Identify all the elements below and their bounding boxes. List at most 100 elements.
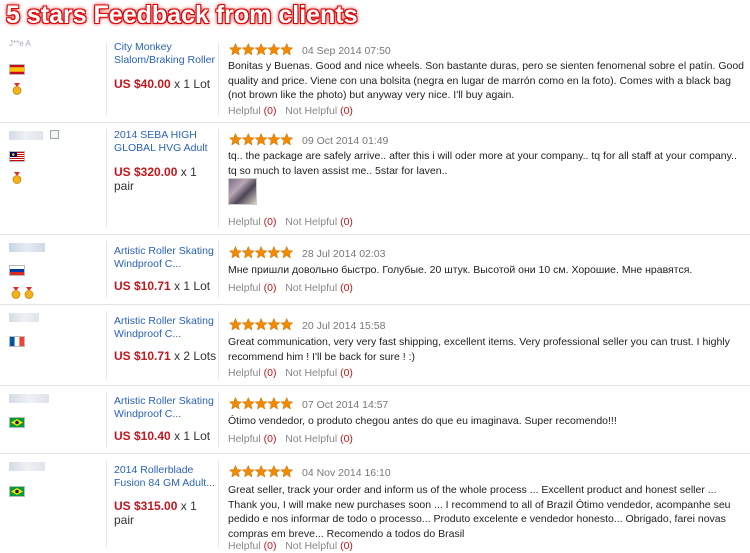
review-row: 2014 Rollerblade Fusion 84 GM Adult... U… (0, 454, 750, 553)
product-link[interactable]: Artistic Roller Skating Windproof C... (114, 315, 214, 341)
medal-icon (12, 172, 22, 184)
review-date: 20 Jul 2014 15:58 (302, 320, 386, 332)
product-link[interactable]: City Monkey Slalom/Braking Roller (114, 41, 215, 67)
quantity: x 1 Lot (174, 77, 211, 91)
helpful-button[interactable]: Helpful (0) (228, 216, 276, 228)
product-link[interactable]: 2014 SEBA HIGH GLOBAL HVG Adult (114, 129, 208, 155)
star-icon (229, 318, 293, 331)
not-helpful-button[interactable]: Not Helpful (0) (285, 282, 353, 294)
not-helpful-button[interactable]: Not Helpful (0) (285, 540, 353, 552)
helpful-label: Helpful (228, 282, 261, 294)
star-rating (229, 397, 293, 410)
helpful-button[interactable]: Helpful (0) (228, 433, 276, 445)
column-divider (106, 241, 107, 298)
helpful-button[interactable]: Helpful (0) (228, 105, 276, 117)
helpful-label: Helpful (228, 105, 261, 117)
buyer-info (0, 123, 106, 234)
edit-icon (50, 130, 59, 139)
column-divider (218, 392, 219, 447)
product-line-2: Slalom/Braking Roller (114, 54, 215, 66)
product-link[interactable]: Artistic Roller Skating Windproof C... (114, 245, 214, 271)
column-divider (218, 460, 219, 547)
not-helpful-button[interactable]: Not Helpful (0) (285, 367, 353, 379)
star-rating (229, 43, 293, 56)
product-line-1: 2014 Rollerblade (114, 464, 194, 476)
not-helpful-button[interactable]: Not Helpful (0) (285, 105, 353, 117)
helpful-label: Helpful (228, 540, 261, 552)
price-qty: US $40.00 x 1 Lot (114, 77, 210, 91)
review-comment: tq.. the package are safely arrive.. aft… (228, 150, 737, 177)
product-line-2: Windproof C... (114, 328, 182, 340)
product-line-1: 2014 SEBA HIGH (114, 129, 197, 141)
not-helpful-button[interactable]: Not Helpful (0) (285, 433, 353, 445)
not-helpful-count: (0) (340, 282, 353, 294)
not-helpful-label: Not Helpful (285, 433, 338, 445)
price: US $315.00 (114, 499, 178, 513)
review-row: 2014 SEBA HIGH GLOBAL HVG Adult US $320.… (0, 123, 750, 235)
banner: 5 stars Feedback from clients (0, 0, 750, 36)
buyer-name-redacted (9, 131, 43, 140)
price: US $10.40 (114, 429, 171, 443)
product-link[interactable]: 2014 Rollerblade Fusion 84 GM Adult... (114, 464, 215, 490)
quantity: x 2 Lots (174, 349, 217, 363)
star-rating (229, 133, 293, 146)
price-qty: US $10.40 x 1 Lot (114, 429, 210, 443)
review-comment: Bonitas y Buenas. Good and nice wheels. … (228, 60, 745, 101)
not-helpful-count: (0) (340, 105, 353, 117)
price: US $40.00 (114, 77, 171, 91)
review-date: 07 Oct 2014 14:57 (302, 399, 389, 411)
flag-brazil-icon (9, 417, 25, 428)
helpful-count: (0) (263, 282, 277, 294)
buyer-info (0, 386, 106, 453)
review-comment: Мне пришли довольно быстро. Голубые. 20 … (228, 264, 693, 276)
not-helpful-button[interactable]: Not Helpful (0) (285, 216, 353, 228)
star-icon (229, 246, 293, 259)
medal-icon (12, 83, 22, 95)
product-link[interactable]: Artistic Roller Skating Windproof C... (114, 395, 214, 421)
helpful-button[interactable]: Helpful (0) (228, 367, 276, 379)
review-photo-thumbnail[interactable] (228, 178, 257, 205)
flag-malaysia-icon (9, 151, 25, 162)
column-divider (106, 311, 107, 379)
column-divider (218, 129, 219, 228)
product-line-1: Artistic Roller Skating (114, 395, 214, 407)
price-qty: US $320.00 x 1 pair (114, 165, 197, 193)
not-helpful-label: Not Helpful (285, 105, 338, 117)
column-divider (106, 42, 107, 116)
column-divider (218, 241, 219, 298)
buyer-info (0, 235, 106, 304)
helpful-count: (0) (263, 540, 277, 552)
review-comment: Great communication, very very fast ship… (228, 336, 730, 363)
review-comment: Great seller, track your order and infor… (228, 484, 731, 540)
quantity: x 1 (180, 165, 197, 179)
buyer-name-redacted (9, 313, 39, 322)
buyer-info (0, 305, 106, 385)
not-helpful-label: Not Helpful (285, 367, 338, 379)
review-comment: Ótimo vendedor, o produto chegou antes d… (228, 415, 617, 427)
star-rating (229, 465, 293, 478)
review-date: 28 Jul 2014 02:03 (302, 248, 386, 260)
review-row: J**e A City Monkey Slalom/Braking Roller… (0, 36, 750, 123)
buyer-name: J**e A (9, 39, 31, 48)
product-line-2: Windproof C... (114, 408, 182, 420)
not-helpful-count: (0) (340, 367, 353, 379)
not-helpful-count: (0) (340, 433, 353, 445)
price: US $320.00 (114, 165, 178, 179)
star-rating (229, 318, 293, 331)
flag-spain-icon (9, 64, 25, 75)
product-line-2: GLOBAL HVG Adult (114, 142, 208, 154)
column-divider (218, 42, 219, 116)
helpful-votes: Helpful (0) Not Helpful (0) (228, 367, 353, 379)
column-divider (106, 460, 107, 547)
not-helpful-label: Not Helpful (285, 216, 338, 228)
quantity-unit: pair (114, 513, 135, 527)
star-icon (229, 43, 293, 56)
quantity: x 1 Lot (174, 429, 211, 443)
helpful-count: (0) (263, 367, 277, 379)
banner-title: 5 stars Feedback from clients (6, 1, 358, 29)
review-date: 09 Oct 2014 01:49 (302, 135, 389, 147)
flag-france-icon (9, 336, 25, 347)
helpful-button[interactable]: Helpful (0) (228, 540, 276, 552)
helpful-button[interactable]: Helpful (0) (228, 282, 276, 294)
column-divider (106, 129, 107, 228)
